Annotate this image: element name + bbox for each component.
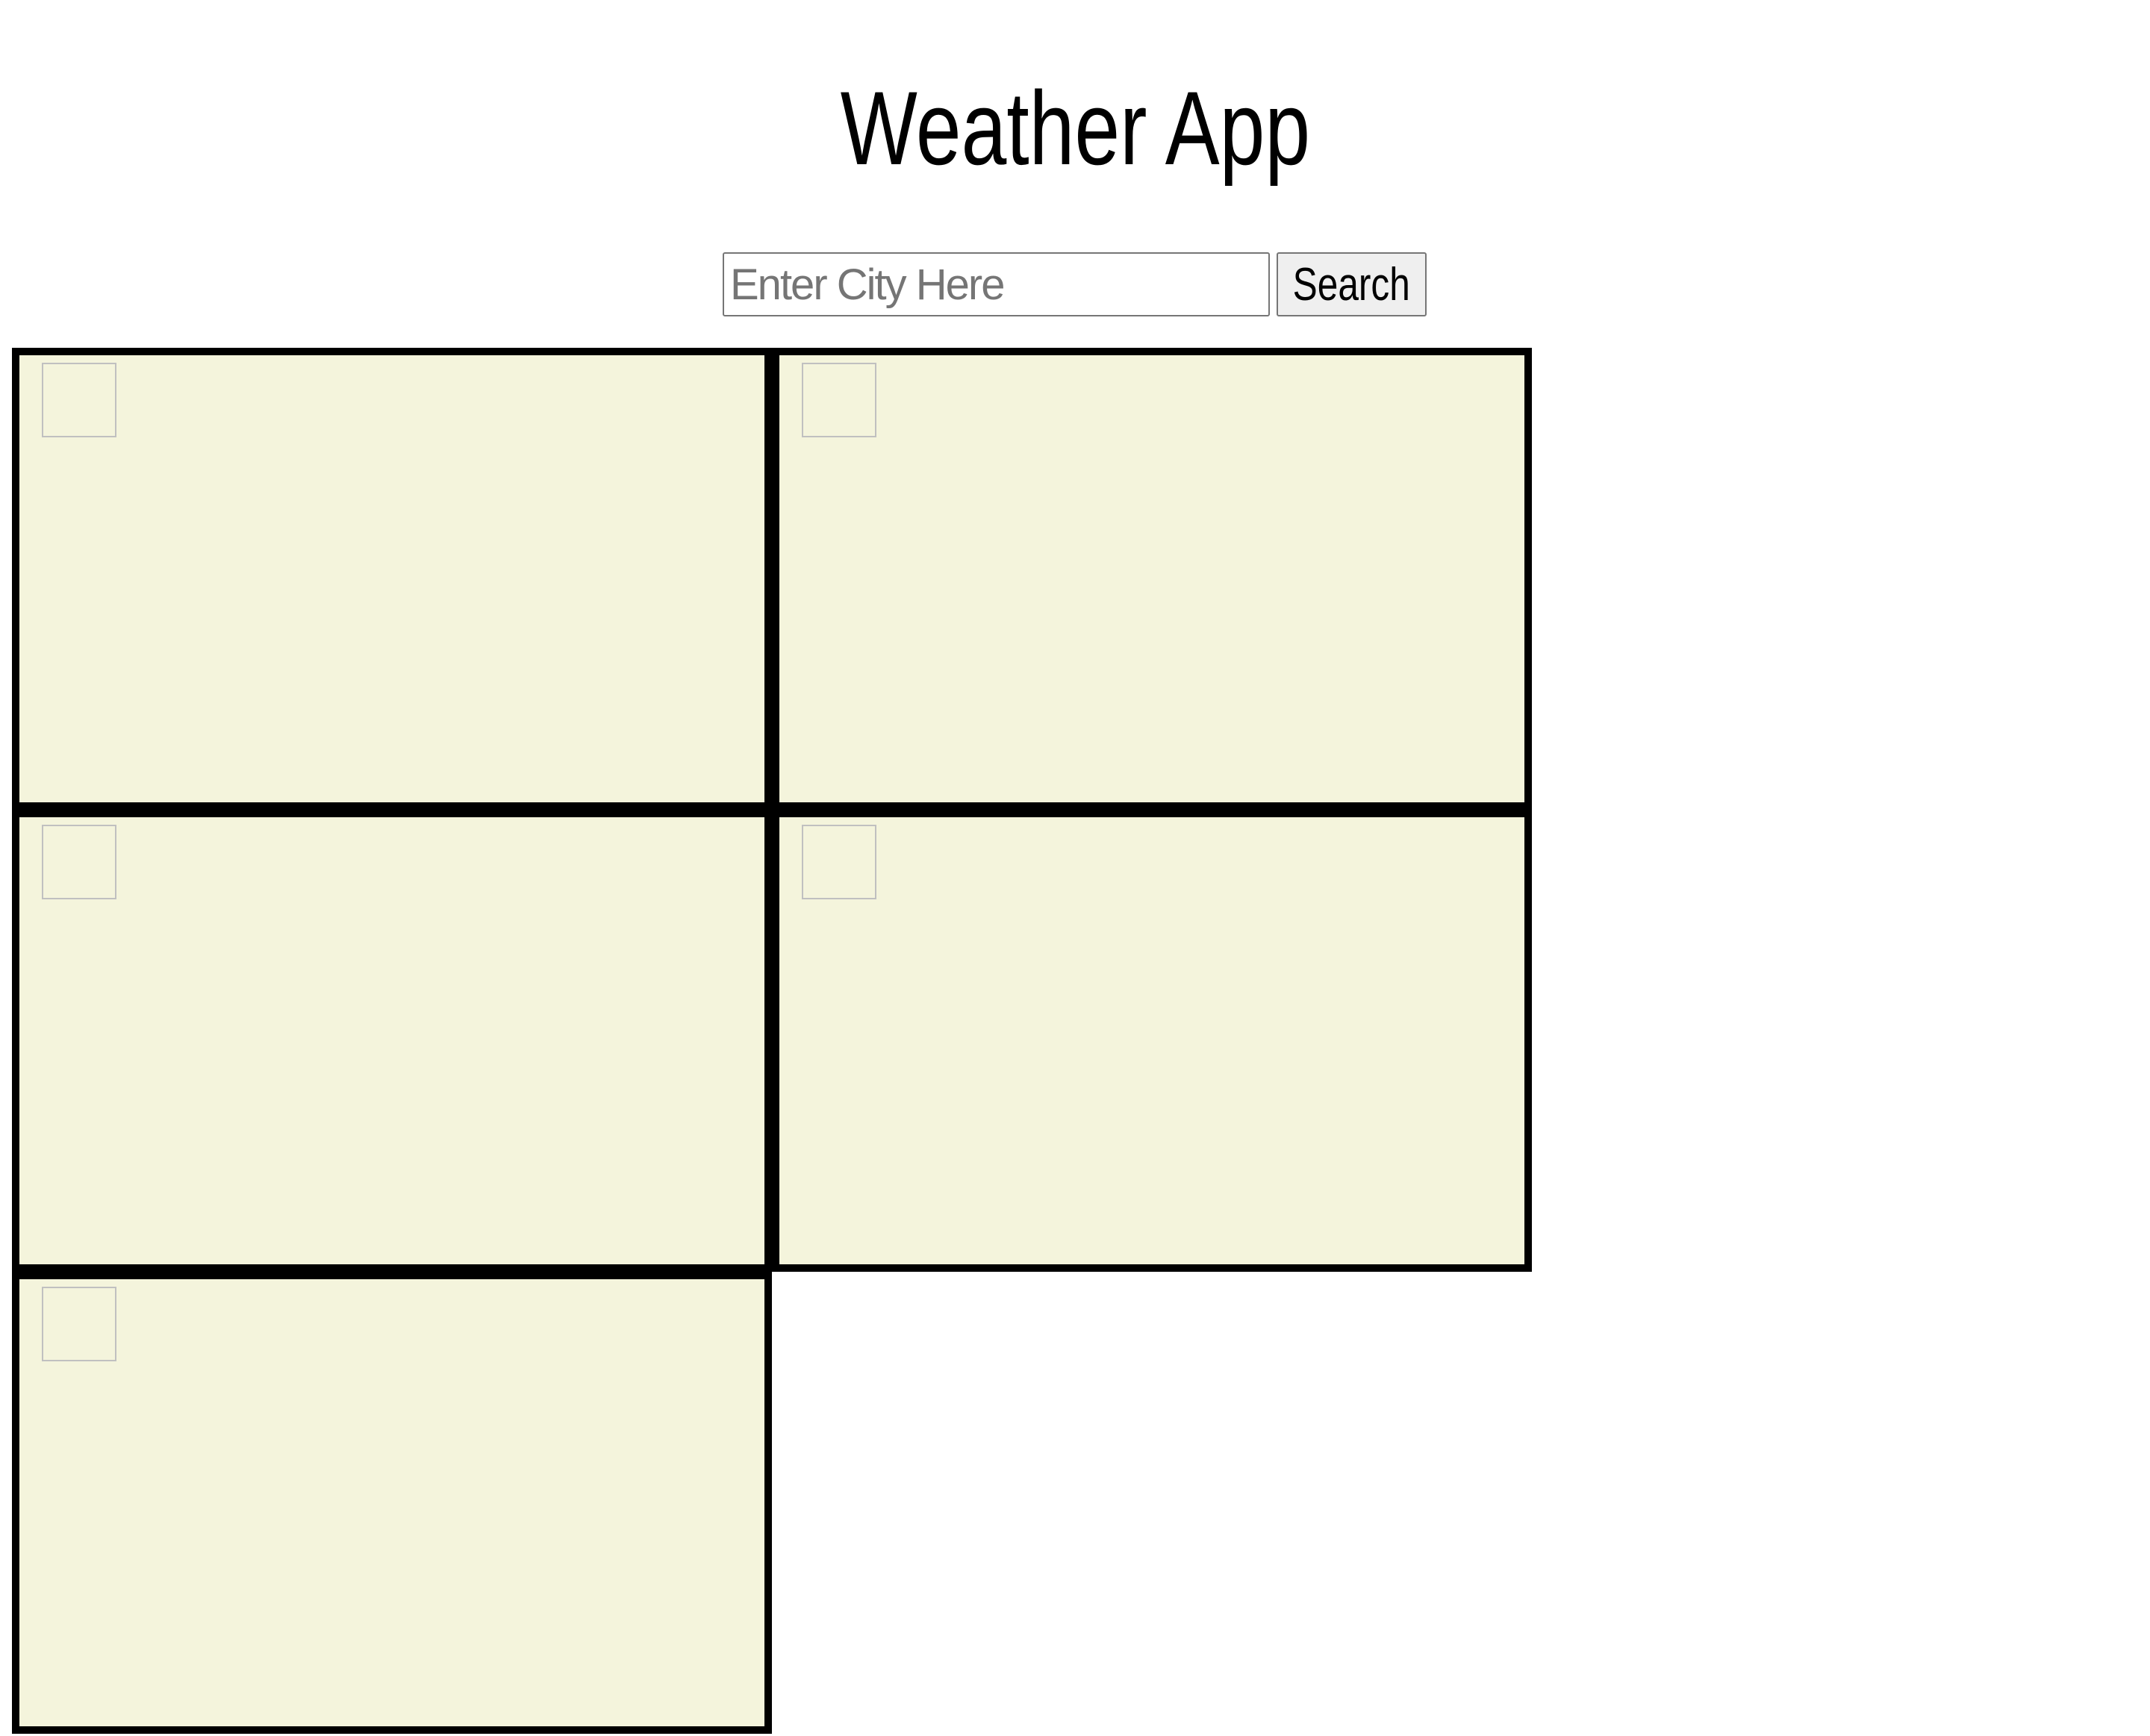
forecast-card	[12, 348, 772, 810]
weather-icon	[42, 1287, 116, 1361]
search-button-label: Search	[1292, 258, 1411, 310]
city-search-input[interactable]	[723, 252, 1270, 316]
forecast-card-grid	[12, 348, 1532, 1734]
weather-icon	[42, 363, 116, 437]
search-button[interactable]: Search	[1277, 252, 1427, 316]
weather-icon	[42, 825, 116, 899]
forecast-card	[12, 1272, 772, 1734]
weather-icon	[802, 363, 876, 437]
page-title: Weather App	[0, 69, 2150, 188]
weather-icon	[802, 825, 876, 899]
forecast-card	[772, 810, 1532, 1272]
forecast-card	[12, 810, 772, 1272]
page-title-text: Weather App	[840, 69, 1310, 187]
forecast-card	[772, 348, 1532, 810]
